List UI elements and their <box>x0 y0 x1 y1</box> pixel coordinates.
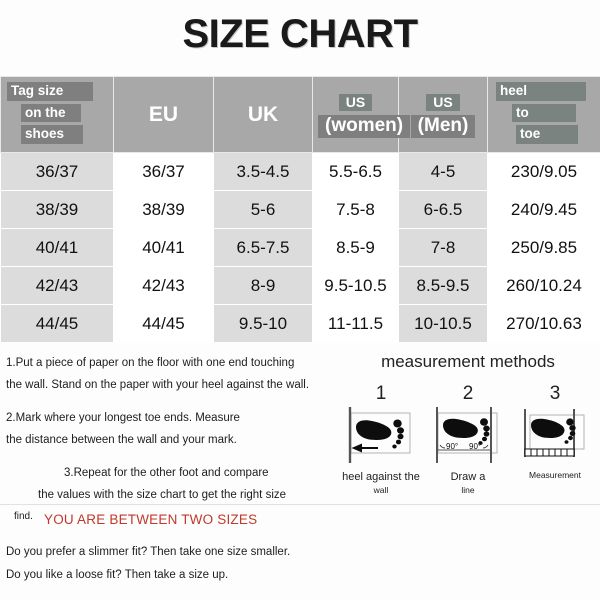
header-line: toe <box>516 125 578 144</box>
diagram-caption: Draw a <box>450 471 486 483</box>
table-body: 36/37 36/37 3.5-4.5 5.5-6.5 4-5 230/9.05… <box>0 152 600 343</box>
header-line: US <box>426 93 460 112</box>
header-line: Tag size <box>7 82 93 101</box>
instruction-text: the wall. Stand on the paper with your h… <box>6 379 310 392</box>
measurement-ruler-icon <box>524 409 585 457</box>
header-stack-us-women: US (women) <box>313 85 411 145</box>
cell-us-women: 5.5-6.5 <box>312 152 399 191</box>
diagram-2: 2 90° 90° Draw a line <box>427 384 509 496</box>
cell-eu: 36/37 <box>113 152 214 191</box>
cell-heel-to-toe: 250/9.85 <box>487 228 600 267</box>
instruction-step-1: 1.Put a piece of paper on the floor with… <box>6 352 336 397</box>
table-row: 44/45 44/45 9.5-10 11-11.5 10-10.5 270/1… <box>0 304 600 343</box>
draw-a-line-icon: 90° 90° <box>436 407 498 463</box>
cell-heel-to-toe: 260/10.24 <box>487 266 600 305</box>
table-row: 36/37 36/37 3.5-4.5 5.5-6.5 4-5 230/9.05 <box>0 152 600 191</box>
diagram-number: 3 <box>549 383 561 404</box>
cell-uk: 9.5-10 <box>213 304 313 343</box>
between-sizes-heading: YOU ARE BETWEEN TWO SIZES <box>44 512 258 527</box>
cell-uk: 5-6 <box>213 190 313 229</box>
instruction-step-2: 2.Mark where your longest toe ends. Meas… <box>6 407 336 452</box>
fit-advice-slimmer: Do you prefer a slimmer fit? Then take o… <box>6 546 291 558</box>
header-stack-tag-size: Tag size on the shoes <box>1 78 113 151</box>
header-line: on the <box>21 103 81 123</box>
cell-heel-to-toe: 240/9.45 <box>487 190 600 229</box>
header-stack-us-men: US (Men) <box>399 85 487 145</box>
cell-us-men: 10-10.5 <box>398 304 488 343</box>
heel-against-wall-icon <box>348 407 411 463</box>
instruction-text: 1.Put a piece of paper on the floor with… <box>6 357 295 369</box>
cell-eu: 44/45 <box>113 304 214 343</box>
diagram-row: 1 heel against the wall 2 90° 90° Draw a… <box>340 384 596 496</box>
header-line: (Men) <box>410 115 476 139</box>
diagram-caption: heel against the <box>342 471 420 483</box>
cell-tag-size: 44/45 <box>0 304 114 343</box>
diagram-caption-sub: Measurement <box>529 470 581 480</box>
header-line: shoes <box>21 125 83 144</box>
cell-uk: 8-9 <box>213 266 313 305</box>
cell-uk: 6.5-7.5 <box>213 228 313 267</box>
instruction-text: the distance between the wall and your m… <box>6 434 237 447</box>
header-line: (women) <box>318 115 411 139</box>
cell-heel-to-toe: 230/9.05 <box>487 152 600 191</box>
header-uk: UK <box>213 76 313 153</box>
size-chart-page: SIZE CHART Tag size on the shoes EU UK U <box>0 0 600 600</box>
table-row: 42/43 42/43 8-9 9.5-10.5 8.5-9.5 260/10.… <box>0 266 600 305</box>
page-title: SIZE CHART <box>182 12 419 56</box>
instruction-text: 2.Mark where your longest toe ends. Meas… <box>6 411 240 424</box>
cell-us-men: 7-8 <box>398 228 488 267</box>
table-row: 38/39 38/39 5-6 7.5-8 6-6.5 240/9.45 <box>0 190 600 229</box>
cell-eu: 38/39 <box>113 190 214 229</box>
header-heel-to-toe: heel to toe <box>487 76 600 153</box>
cell-us-men: 4-5 <box>398 152 488 191</box>
cell-eu: 40/41 <box>113 228 214 267</box>
header-line: heel <box>496 82 586 101</box>
cell-tag-size: 40/41 <box>0 228 114 267</box>
table-row: 40/41 40/41 6.5-7.5 8.5-9 7-8 250/9.85 <box>0 228 600 267</box>
fit-advice-loose: Do you like a loose fit? Then take a siz… <box>6 569 229 581</box>
cell-heel-to-toe: 270/10.63 <box>487 304 600 343</box>
angle-label-right: 90° <box>469 442 481 451</box>
cell-tag-size: 36/37 <box>0 152 114 191</box>
between-sizes-section: YOU ARE BETWEEN TWO SIZES Do you prefer … <box>0 512 600 587</box>
diagram-caption-sub: wall <box>373 484 389 495</box>
table-header-row: Tag size on the shoes EU UK US (women) U… <box>0 76 600 153</box>
cell-us-men: 6-6.5 <box>398 190 488 229</box>
diagram-1: 1 heel against the wall <box>340 384 422 496</box>
measurement-methods-title: measurement methods <box>381 352 555 371</box>
header-tag-size: Tag size on the shoes <box>0 76 114 153</box>
header-eu: EU <box>113 76 214 153</box>
instruction-text: 3.Repeat for the other foot and compare <box>64 466 269 479</box>
measuring-instructions: 1.Put a piece of paper on the floor with… <box>6 352 336 526</box>
cell-us-men: 8.5-9.5 <box>398 266 488 305</box>
cell-uk: 3.5-4.5 <box>213 152 313 191</box>
angle-label-left: 90° <box>446 442 458 451</box>
header-line: US <box>338 93 373 112</box>
header-stack-heel-to-toe: heel to toe <box>488 78 600 151</box>
measurement-methods-section: measurement methods 1 heel against the w… <box>340 352 596 496</box>
cell-us-women: 7.5-8 <box>312 190 399 229</box>
diagram-caption-sub: line <box>461 484 475 495</box>
size-chart-table: Tag size on the shoes EU UK US (women) U… <box>0 76 600 343</box>
cell-tag-size: 42/43 <box>0 266 114 305</box>
diagram-number: 2 <box>462 383 474 404</box>
header-line: to <box>512 103 576 123</box>
diagram-3: 3 Measurement <box>514 384 596 481</box>
header-us-women: US (women) <box>312 76 411 153</box>
cell-us-women: 9.5-10.5 <box>312 266 399 305</box>
header-us-men: US (Men) <box>398 76 488 153</box>
cell-us-women: 8.5-9 <box>312 228 399 267</box>
cell-eu: 42/43 <box>113 266 214 305</box>
cell-tag-size: 38/39 <box>0 190 114 229</box>
diagram-number: 1 <box>375 383 387 404</box>
cell-us-women: 11-11.5 <box>312 304 399 343</box>
section-divider <box>0 504 600 505</box>
